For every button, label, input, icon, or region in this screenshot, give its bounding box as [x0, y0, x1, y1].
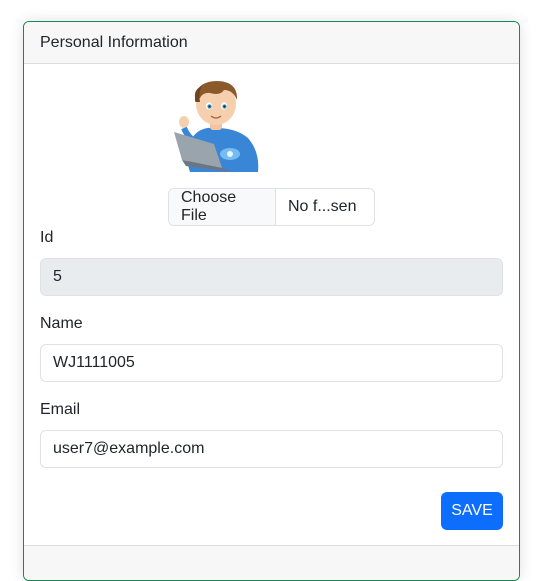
file-upload-input[interactable]: Choose File No f...sen [168, 188, 375, 226]
card-title: Personal Information [40, 33, 188, 51]
id-label: Id [40, 229, 54, 246]
id-field [40, 258, 503, 296]
name-field[interactable] [40, 344, 503, 382]
name-label: Name [40, 315, 83, 332]
email-label: Email [40, 401, 81, 418]
boy-with-laptop-avatar-icon [174, 81, 259, 172]
choose-file-button[interactable]: Choose File [169, 189, 276, 225]
email-field[interactable] [40, 430, 503, 468]
card-footer [24, 545, 519, 580]
card-header: Personal Information [24, 22, 519, 64]
selected-file-name: No f...sen [288, 198, 357, 215]
personal-information-card: Personal Information Choose File No f...… [23, 21, 520, 581]
save-button[interactable]: SAVE [441, 492, 503, 530]
